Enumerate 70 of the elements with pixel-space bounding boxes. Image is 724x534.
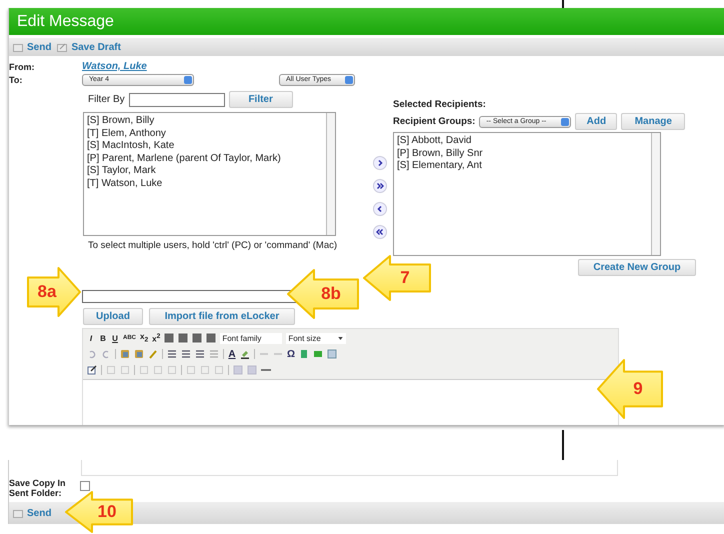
list-icon[interactable]: [181, 349, 191, 359]
list-icon[interactable]: [167, 349, 177, 359]
save-copy-checkbox[interactable]: [80, 481, 90, 491]
message-editor[interactable]: [81, 460, 618, 476]
table-icon[interactable]: [327, 349, 338, 359]
chevron-left-icon[interactable]: [372, 202, 386, 216]
font-size-select[interactable]: Font size: [286, 332, 346, 344]
document-icon: [13, 42, 23, 52]
list-item[interactable]: [S] Elementary, Ant: [397, 160, 648, 172]
chevron-right-icon[interactable]: [372, 156, 386, 170]
callout-tooltip: 7: [362, 254, 432, 302]
align-icon[interactable]: [164, 333, 174, 343]
recipient-list[interactable]: [S] Abbott, David [P] Brown, Billy Snr [S] Elementary, Ant: [393, 132, 661, 256]
callout-tooltip: 8b: [286, 268, 360, 320]
double-chevron-right-icon[interactable]: [372, 179, 386, 193]
align-icon[interactable]: [192, 333, 202, 343]
callout-tooltip: 8a: [26, 266, 82, 318]
document-icon: [13, 508, 23, 518]
edit-icon[interactable]: [87, 365, 97, 375]
special-character-button[interactable]: Ω: [287, 348, 296, 360]
align-icon[interactable]: [178, 333, 188, 343]
hint-text: To select multiple users, hold 'ctrl' (PC) or 'command' (Mac): [88, 240, 338, 251]
filter-label: Filter By: [88, 94, 125, 105]
format-button[interactable]: U: [111, 334, 119, 342]
redo-icon[interactable]: [101, 349, 111, 359]
list-item[interactable]: [P] Brown, Billy Snr: [397, 148, 648, 160]
list-item[interactable]: [S] Taylor, Mark: [87, 165, 323, 178]
double-chevron-left-icon[interactable]: [372, 225, 386, 239]
indent-icon[interactable]: [209, 349, 219, 359]
user-list[interactable]: [S] Brown, Billy [T] Elem, Anthony [S] MacIntosh, Kate [P] Parent, Marlene (parent Of Taylor, Mark) [S] Taylor, Mark [T] Watson, Luke: [83, 112, 336, 236]
scrollbar[interactable]: [651, 133, 660, 255]
format-button[interactable]: I: [87, 334, 95, 342]
manage-button[interactable]: Manage: [621, 113, 686, 130]
format-button[interactable]: x$^{2}$: [152, 332, 160, 344]
filter-field[interactable]: [128, 92, 225, 106]
list-item[interactable]: [P] Parent, Marlene (parent Of Taylor, Mark): [87, 152, 323, 165]
highlight-icon[interactable]: [240, 349, 250, 359]
selected-recipients-heading: Selected Recipients:: [393, 99, 487, 110]
upload-button[interactable]: Upload: [83, 308, 143, 325]
list-item[interactable]: [T] Watson, Luke: [87, 178, 323, 190]
save-copy-label: Save Copy In Sent Folder:: [9, 478, 67, 498]
pencil-document-icon: [57, 42, 68, 52]
filter-button[interactable]: Filter: [228, 91, 293, 108]
sender-link[interactable]: Watson, Luke: [82, 61, 147, 72]
outdent-icon[interactable]: [195, 349, 205, 359]
add-button[interactable]: Add: [575, 113, 618, 130]
caret-icon: [338, 336, 344, 340]
recipient-groups-label: Recipient Groups:: [393, 116, 476, 127]
list-item[interactable]: [S] Brown, Billy: [87, 115, 323, 128]
font-family-select[interactable]: Font family: [220, 332, 282, 344]
format-button[interactable]: x$_{2}$: [140, 332, 148, 344]
list-item[interactable]: [S] Abbott, David: [397, 135, 648, 148]
brush-icon[interactable]: [148, 349, 158, 359]
text-color-button[interactable]: A: [228, 348, 236, 360]
callout-tooltip: 9: [596, 358, 664, 420]
window-title: Edit Message: [9, 8, 724, 35]
scrollbar[interactable]: [326, 113, 335, 235]
align-icon[interactable]: [206, 333, 216, 343]
list-item[interactable]: [T] Elem, Anthony: [87, 128, 323, 140]
format-button[interactable]: B: [99, 334, 107, 342]
list-item[interactable]: [S] MacIntosh, Kate: [87, 140, 323, 152]
callout-tooltip: 10: [64, 490, 134, 534]
send-button[interactable]: Send: [13, 508, 52, 518]
create-group-button[interactable]: Create New Group: [578, 259, 696, 276]
from-label: From:: [9, 62, 36, 72]
send-button[interactable]: Send: [13, 42, 52, 52]
undo-icon[interactable]: [87, 349, 97, 359]
to-label: To:: [9, 74, 24, 84]
import-button[interactable]: Import file from eLocker: [149, 308, 295, 325]
save-draft-button[interactable]: Save Draft: [57, 42, 121, 52]
